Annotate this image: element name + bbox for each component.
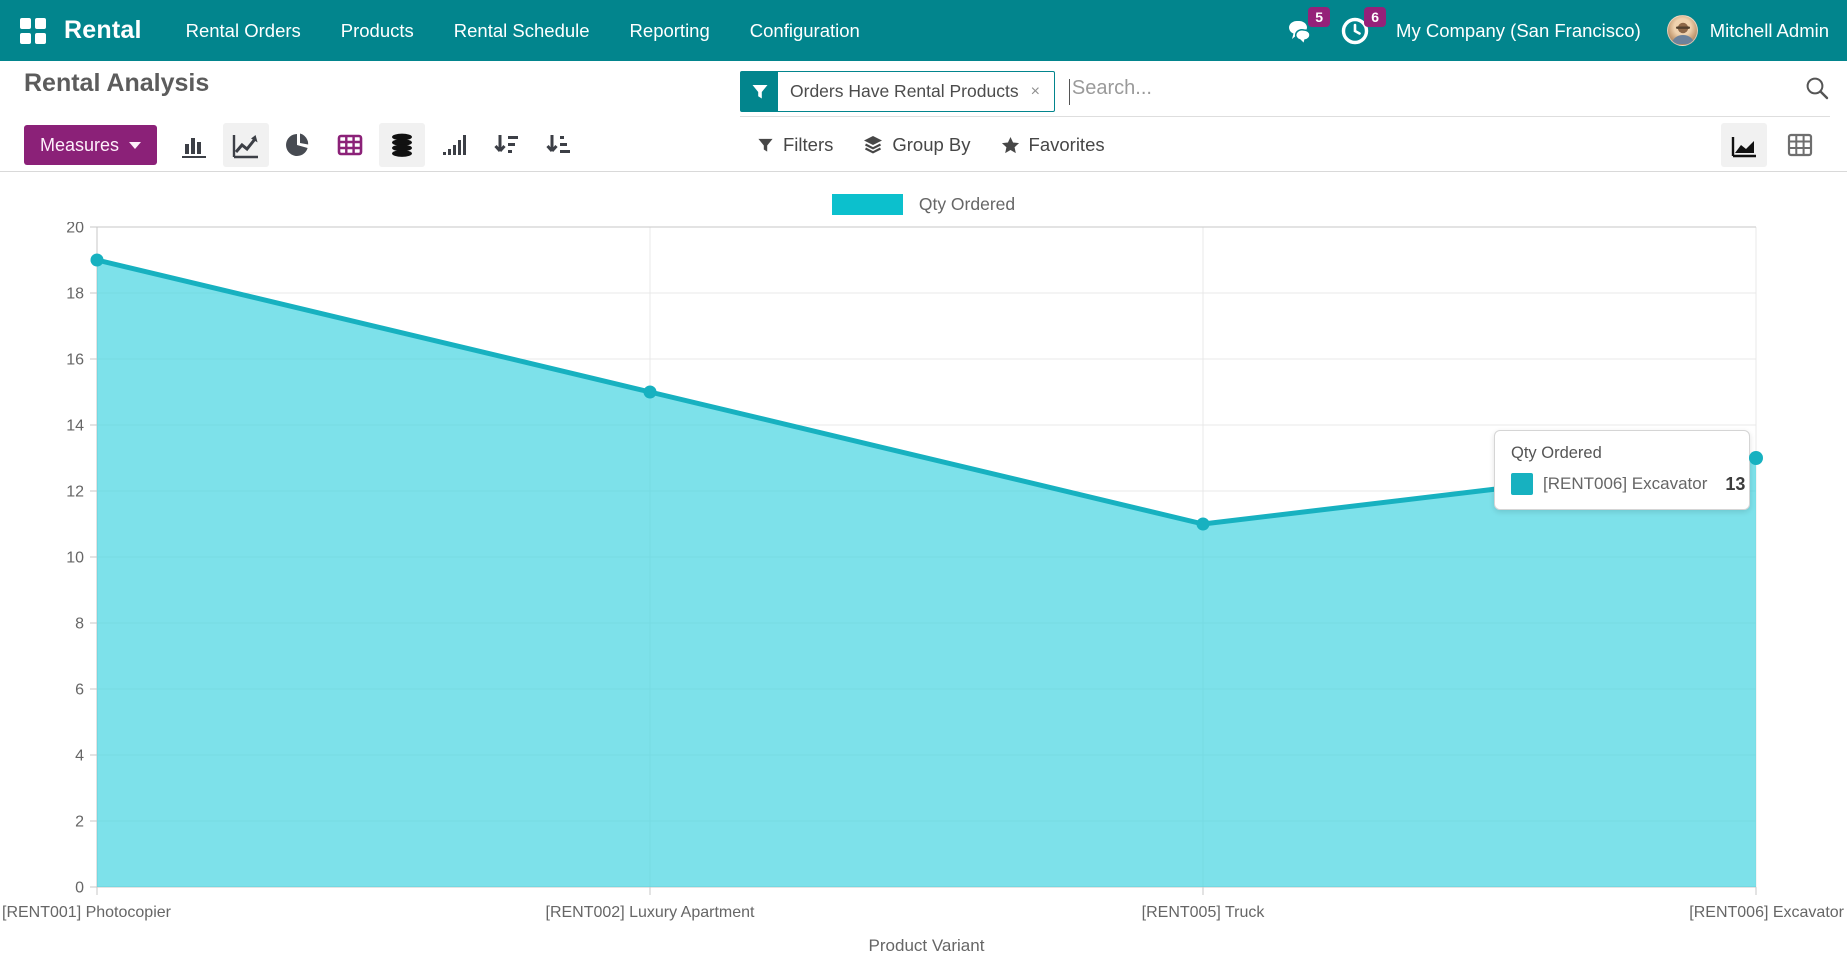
- app-brand[interactable]: Rental: [64, 16, 142, 45]
- search-input[interactable]: [1072, 77, 1804, 100]
- legend-swatch: [832, 194, 903, 215]
- svg-text:18: 18: [66, 286, 84, 303]
- bar-chart-icon: [180, 131, 208, 159]
- chart-tooltip: Qty Ordered [RENT006] Excavator 13: [1494, 430, 1750, 510]
- menu-configuration[interactable]: Configuration: [750, 20, 860, 42]
- ascending-bars-icon: [440, 131, 468, 159]
- main-menu: Rental Orders Products Rental Schedule R…: [186, 20, 860, 42]
- hovered-data-point[interactable]: [1749, 451, 1763, 465]
- pivot-view-button[interactable]: [1777, 123, 1823, 167]
- svg-text:16: 16: [66, 352, 84, 369]
- sort-ascending-icon: [544, 131, 572, 159]
- search-options: Filters Group By Favorites: [757, 123, 1105, 167]
- svg-text:20: 20: [66, 222, 84, 237]
- layers-icon: [863, 135, 883, 155]
- line-chart-icon: [231, 130, 261, 160]
- bar-chart-button[interactable]: [171, 123, 217, 167]
- svg-text:[RENT005] Truck: [RENT005] Truck: [1142, 904, 1266, 921]
- svg-text:8: 8: [75, 616, 84, 633]
- cumulative-button[interactable]: [431, 123, 477, 167]
- messages-badge: 5: [1308, 7, 1330, 27]
- facet-remove-icon[interactable]: ×: [1029, 83, 1042, 101]
- tooltip-swatch: [1511, 473, 1533, 495]
- funnel-icon: [757, 137, 774, 154]
- company-switcher[interactable]: My Company (San Francisco): [1396, 20, 1641, 42]
- area-chart-icon: [1730, 131, 1758, 159]
- chevron-down-icon: [129, 142, 141, 149]
- filters-label: Filters: [783, 134, 833, 156]
- svg-text:[RENT001] Photocopier: [RENT001] Photocopier: [2, 904, 172, 921]
- messages-button[interactable]: 5: [1284, 16, 1314, 46]
- line-chart-button[interactable]: [223, 123, 269, 167]
- menu-products[interactable]: Products: [341, 20, 414, 42]
- apps-menu-icon[interactable]: [18, 16, 48, 46]
- sort-descending-icon: [492, 131, 520, 159]
- sort-descending-button[interactable]: [483, 123, 529, 167]
- tooltip-value: 13: [1725, 474, 1745, 495]
- measures-button[interactable]: Measures: [24, 125, 157, 165]
- filters-button[interactable]: Filters: [757, 134, 833, 156]
- search-bar[interactable]: Orders Have Rental Products ×: [740, 71, 1830, 117]
- pivot-grid-button[interactable]: [327, 123, 373, 167]
- table-grid-icon: [1786, 131, 1814, 159]
- svg-text:[RENT002] Luxury Apartment: [RENT002] Luxury Apartment: [546, 904, 756, 921]
- group-by-button[interactable]: Group By: [863, 134, 970, 156]
- text-cursor: [1069, 79, 1070, 105]
- view-switcher: [1721, 123, 1823, 167]
- legend-label: Qty Ordered: [919, 194, 1015, 215]
- rental-analysis-chart: 0 2 4 6 8 10 12 14 16 18 20 [RENT001] Photocopier [R…: [0, 222, 1847, 963]
- search-facet: Orders Have Rental Products ×: [740, 71, 1055, 112]
- group-by-label: Group By: [892, 134, 970, 156]
- stacked-database-icon: [388, 131, 416, 159]
- page-title: Rental Analysis: [24, 69, 209, 98]
- svg-text:14: 14: [66, 418, 84, 435]
- user-menu[interactable]: Mitchell Admin: [1710, 20, 1829, 42]
- search-icon[interactable]: [1804, 75, 1830, 101]
- tooltip-title: Qty Ordered: [1511, 444, 1733, 463]
- menu-rental-orders[interactable]: Rental Orders: [186, 20, 301, 42]
- menu-reporting[interactable]: Reporting: [630, 20, 710, 42]
- svg-text:12: 12: [66, 484, 84, 501]
- svg-text:0: 0: [75, 880, 84, 897]
- filter-facet-funnel-icon: [741, 72, 778, 111]
- activities-badge: 6: [1364, 7, 1386, 27]
- tooltip-label: [RENT006] Excavator: [1543, 474, 1707, 494]
- chart-legend[interactable]: Qty Ordered: [0, 194, 1847, 215]
- avatar-photo: [1668, 16, 1698, 46]
- control-panel: Rental Analysis Orders Have Rental Produ…: [0, 61, 1847, 172]
- graph-view-content: Qty Ordered 0 2 4 6 8 10 12 14 16 18 20 [RENT001] P…: [0, 172, 1847, 963]
- pie-chart-button[interactable]: [275, 123, 321, 167]
- favorites-label: Favorites: [1029, 134, 1105, 156]
- favorites-button[interactable]: Favorites: [1001, 134, 1105, 156]
- svg-text:[RENT006] Excavator: [RENT006] Excavator: [1689, 904, 1844, 921]
- search-facet-label: Orders Have Rental Products: [790, 81, 1019, 102]
- measures-label: Measures: [40, 135, 119, 156]
- svg-text:6: 6: [75, 682, 84, 699]
- svg-text:4: 4: [75, 748, 84, 765]
- graph-toolbar: Measures: [24, 123, 581, 167]
- sort-ascending-button[interactable]: [535, 123, 581, 167]
- stacked-toggle-button[interactable]: [379, 123, 425, 167]
- svg-text:10: 10: [66, 550, 84, 567]
- top-navbar: Rental Rental Orders Products Rental Sch…: [0, 0, 1847, 61]
- svg-text:2: 2: [75, 814, 84, 831]
- menu-rental-schedule[interactable]: Rental Schedule: [454, 20, 590, 42]
- pivot-grid-icon: [336, 131, 364, 159]
- svg-text:Product Variant: Product Variant: [869, 936, 985, 955]
- activities-button[interactable]: 6: [1340, 16, 1370, 46]
- star-icon: [1001, 136, 1020, 155]
- graph-view-button[interactable]: [1721, 123, 1767, 167]
- avatar[interactable]: [1667, 15, 1698, 46]
- pie-chart-icon: [284, 131, 312, 159]
